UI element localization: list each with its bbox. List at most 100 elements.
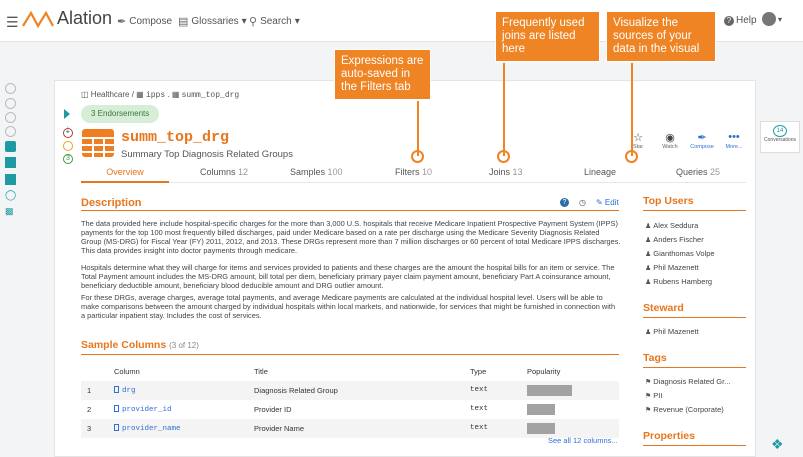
column-icon [114,386,119,393]
table-row: 1 drg Diagnosis Related Group text [81,381,619,400]
callout-connector [417,101,419,156]
chart-icon[interactable]: ▩ [5,206,16,217]
app-name: Alation [57,8,113,28]
expand-arrow-icon[interactable] [64,109,70,119]
column-icon [114,405,119,412]
help-icon: ? [724,16,734,26]
steward-link[interactable]: ♟ Phil Mazenett [645,327,699,336]
alation-logo[interactable]: Alation [22,8,112,29]
steward-heading: Steward [643,302,684,314]
tag-link[interactable]: ⚑ Diagnosis Related Gr... [645,377,730,386]
see-all-columns-link[interactable]: See all 12 columns... [548,436,618,445]
more-button[interactable]: ••• More... [718,131,750,150]
divider [643,210,746,211]
chat-icon[interactable]: ◯ [5,190,16,201]
column-link[interactable]: provider_name [114,424,181,433]
status-circle-red[interactable] [63,128,73,138]
catalog-page: ◫ Healthcare / ▦ ipps . ▦ summ_top_drg ⇣… [54,80,756,457]
search-icon[interactable] [5,83,16,94]
chevron-down-icon: ▾ [241,16,247,27]
breadcrumb-schema[interactable]: ipps [146,91,165,100]
table-row: 2 provider_id Provider ID text [81,400,619,419]
pen-icon: ✒ [697,132,707,144]
user-link[interactable]: ♟ Phil Mazenett [645,263,699,272]
header-title: Title [254,367,268,376]
popularity-bar [527,385,572,396]
history-icon[interactable]: ◷ [579,198,586,207]
database-icon[interactable] [5,141,16,152]
object-subtitle: Summary Top Diagnosis Related Groups [121,149,293,160]
help-label: Help [736,15,757,26]
tab-overview[interactable]: Overview [81,167,169,177]
circle-icon[interactable] [5,112,16,123]
table-header-row: Column Title Type Popularity [81,362,619,381]
star-button[interactable]: ☆ Star [622,131,654,150]
tab-lineage[interactable]: Lineage [584,167,616,177]
divider [643,367,746,368]
user-icon: ♟ [645,223,652,230]
user-link[interactable]: ♟ Alex Seddura [645,221,698,230]
star-icon: ☆ [633,132,643,144]
popularity-bar [527,404,555,415]
table-row: 3 provider_name Provider Name text [81,419,619,438]
chat-bubbles-icon[interactable]: ❖ [771,436,784,453]
sample-columns-heading: Sample Columns (3 of 12) [81,339,199,351]
tag-icon: ⚑ [645,393,652,400]
circle-icon[interactable] [5,98,16,109]
circle-icon[interactable] [5,126,16,137]
tab-joins[interactable]: Joins 13 [489,167,523,177]
edit-button[interactable]: ✎ Edit [596,198,619,207]
watch-button[interactable]: ◉ Watch [654,131,686,150]
chevron-down-icon[interactable]: ▾ [778,15,782,24]
compose-label: Compose [129,16,173,27]
glossaries-nav[interactable]: ▤ Glossaries ▾ [178,15,247,28]
tab-columns[interactable]: Columns 12 [200,167,248,177]
callout-connector [631,63,633,156]
table-large-icon [82,129,114,157]
lineage-callout: Visualize the sources of your data in th… [606,11,716,62]
table-icon: ▦ [171,90,180,99]
header-column: Column [114,367,140,376]
database-icon: ◫ [81,90,89,99]
tag-link[interactable]: ⚑ Revenue (Corporate) [645,405,724,414]
tag-icon: ⚑ [645,379,652,386]
user-link[interactable]: ♟ Anders Fischer [645,235,704,244]
status-circle-green[interactable]: 3 [63,154,73,164]
description-paragraph: For these DRGs, average charges, average… [81,293,616,320]
endorsements-badge[interactable]: 3 Endorsements [81,105,160,123]
column-link[interactable]: drg [114,386,136,395]
breadcrumb-source[interactable]: Healthcare [91,90,130,99]
avatar[interactable] [762,12,776,26]
breadcrumb-table[interactable]: summ_top_drg [182,91,240,100]
tag-link[interactable]: ⚑ PII [645,391,662,400]
compose-nav[interactable]: ✒ Compose [117,15,172,28]
compose-button[interactable]: ✒ Compose [686,131,718,150]
tag-icon: ⚑ [645,407,652,414]
column-icon [114,424,119,431]
help-icon[interactable]: ? [560,198,569,207]
active-tab-indicator [81,181,169,183]
divider [81,210,619,211]
conversations-count: 14 [773,125,787,137]
user-link[interactable]: ♟ Rubens Hamberg [645,277,712,286]
menu-icon[interactable]: ☰ [6,14,19,31]
status-circle-yellow[interactable] [63,141,73,151]
glossaries-label: Glossaries [191,16,239,27]
column-link[interactable]: provider_id [114,405,172,414]
tab-samples[interactable]: Samples 100 [290,167,343,177]
tab-queries[interactable]: Queries 25 [676,167,720,177]
table-icon[interactable] [5,157,16,168]
help-nav[interactable]: ? Help [724,15,757,26]
file-icon[interactable] [5,174,16,185]
search-nav[interactable]: ⚲ Search ▾ [249,15,300,28]
conversations-label: Conversations [764,137,796,143]
user-link[interactable]: ♟ Gianthomas Volpe [645,249,715,258]
header-type: Type [470,367,487,376]
tab-bar: Overview Columns 12 Samples 100 Filters … [81,163,746,183]
filters-callout: Expressions are auto-saved in the Filter… [334,49,431,100]
search-icon: ⚲ [249,16,258,28]
conversations-button[interactable]: 14 Conversations [760,121,800,153]
callout-ring [411,150,424,163]
pen-icon: ✒ [117,16,127,28]
tab-filters[interactable]: Filters 10 [395,167,432,177]
